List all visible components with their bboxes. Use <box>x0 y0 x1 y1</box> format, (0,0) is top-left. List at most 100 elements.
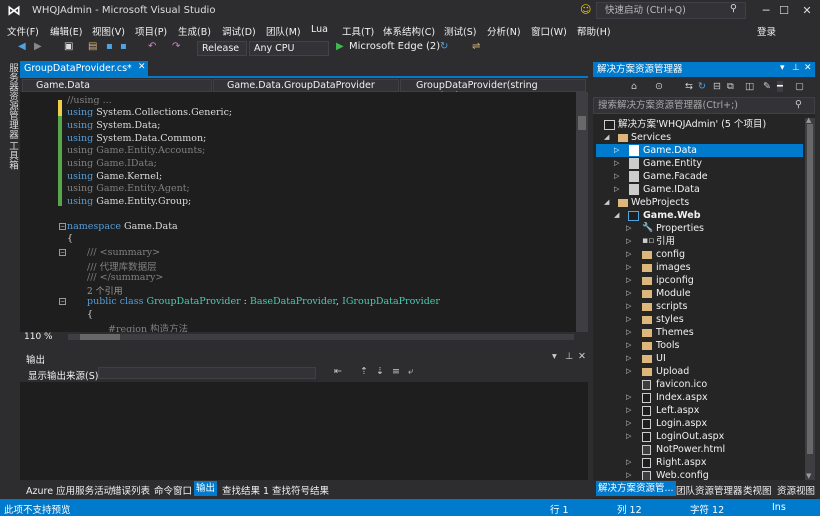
editor-horizontal-scrollbar[interactable] <box>68 334 574 340</box>
redo-icon[interactable]: ↷ <box>172 41 180 52</box>
expand-arrow-icon[interactable]: ▷ <box>626 300 631 313</box>
save-all-icon[interactable]: ▪ <box>120 41 127 52</box>
configuration-select[interactable]: Release <box>197 41 247 56</box>
collapse-all-icon[interactable]: ⊟ <box>713 81 721 92</box>
refresh-icon[interactable]: ↻ <box>698 81 706 92</box>
expand-arrow-icon[interactable]: ▷ <box>626 352 631 365</box>
tab-output[interactable]: 输出 <box>194 481 218 496</box>
find-message-icon[interactable]: ⇤ <box>334 366 342 377</box>
expand-arrow-icon[interactable]: ▷ <box>626 326 631 339</box>
expand-arrow-icon[interactable]: ▷ <box>626 274 631 287</box>
back-icon[interactable]: ◀ <box>18 41 26 52</box>
tab-command-window[interactable]: 命令窗口 <box>154 483 192 497</box>
expand-arrow-icon[interactable]: ▷ <box>626 235 631 248</box>
pending-changes-icon[interactable]: ⇆ <box>685 81 693 92</box>
expand-arrow-icon[interactable]: ▷ <box>614 144 619 157</box>
collapse-icon[interactable]: − <box>59 249 66 256</box>
preview-selected-icon[interactable]: ━ <box>777 81 783 92</box>
class-nav-select[interactable]: Game.Data.GroupDataProvider <box>213 79 399 92</box>
tab-find-symbol-results[interactable]: 查找符号结果 <box>272 483 329 497</box>
open-icon[interactable]: ▤ <box>88 41 97 52</box>
prev-message-icon[interactable]: ⇡ <box>360 366 368 377</box>
expand-arrow-icon[interactable]: ◢ <box>614 209 619 222</box>
expand-arrow-icon[interactable]: ▷ <box>614 170 619 183</box>
expand-arrow-icon[interactable]: ▷ <box>626 456 631 469</box>
feedback-smiley-icon[interactable]: ☺ <box>580 3 591 16</box>
pin-icon[interactable]: ⊥ <box>792 63 800 73</box>
save-icon[interactable]: ▪ <box>106 41 113 52</box>
tab-find-results[interactable]: 查找结果 1 <box>222 483 269 497</box>
tab-solution-explorer[interactable]: 解决方案资源管... <box>596 481 676 496</box>
menu-window[interactable]: 窗口(W) <box>531 24 567 38</box>
menu-team[interactable]: 团队(M) <box>266 24 301 38</box>
tab-error-list[interactable]: 错误列表 <box>112 483 150 497</box>
expand-arrow-icon[interactable]: ▷ <box>626 248 631 261</box>
menu-view[interactable]: 视图(V) <box>92 24 125 38</box>
menu-debug[interactable]: 调试(D) <box>222 24 256 38</box>
tab-azure-activity[interactable]: Azure 应用服务活动 <box>26 483 113 497</box>
expand-arrow-icon[interactable]: ▷ <box>614 157 619 170</box>
menu-project[interactable]: 项目(P) <box>135 24 167 38</box>
switch-views-icon[interactable]: ⊙ <box>655 81 663 92</box>
run-target-button[interactable]: Microsoft Edge (2) <box>349 41 440 52</box>
expand-arrow-icon[interactable]: ▷ <box>626 391 631 404</box>
expand-arrow-icon[interactable]: ▷ <box>626 339 631 352</box>
platform-select[interactable]: Any CPU <box>249 41 329 56</box>
menu-lua[interactable]: Lua <box>311 24 328 35</box>
expand-arrow-icon[interactable]: ▷ <box>626 287 631 300</box>
server-explorer-tab[interactable]: 服务器资源管理器 <box>5 63 19 139</box>
forward-icon[interactable]: ▶ <box>34 41 42 52</box>
solution-search-input[interactable]: 搜索解决方案资源管理器(Ctrl+;) <box>593 97 815 114</box>
show-all-files-icon[interactable]: ⧉ <box>727 81 734 92</box>
tab-team-explorer[interactable]: 团队资源管理器 <box>676 483 743 497</box>
scroll-thumb[interactable] <box>80 334 120 340</box>
scroll-thumb[interactable] <box>807 124 813 454</box>
new-project-icon[interactable]: ▣ <box>64 41 73 52</box>
menu-architecture[interactable]: 体系结构(C) <box>383 24 435 38</box>
expand-arrow-icon[interactable]: ▷ <box>626 365 631 378</box>
word-wrap-icon[interactable]: ⤶ <box>408 366 413 377</box>
close-panel-icon[interactable]: ✕ <box>578 351 586 362</box>
collapse-icon[interactable]: − <box>59 223 66 230</box>
document-tab[interactable]: GroupDataProvider.cs* <box>20 61 148 78</box>
menu-build[interactable]: 生成(B) <box>178 24 211 38</box>
preview-icon[interactable]: ◫ <box>745 81 754 92</box>
expand-arrow-icon[interactable]: ▷ <box>614 183 619 196</box>
search-icon[interactable]: ⚲ <box>795 99 802 110</box>
menu-edit[interactable]: 编辑(E) <box>50 24 82 38</box>
scroll-thumb[interactable] <box>578 116 586 130</box>
scroll-down-icon[interactable]: ▼ <box>806 472 811 480</box>
tree-project-game-data[interactable]: ▷ Game.Data <box>596 144 803 157</box>
expand-arrow-icon[interactable]: ▷ <box>626 313 631 326</box>
refresh-icon[interactable]: ↻ <box>440 41 448 52</box>
next-message-icon[interactable]: ⇣ <box>376 366 384 377</box>
menu-file[interactable]: 文件(F) <box>7 24 39 38</box>
scroll-up-icon[interactable]: ▲ <box>806 116 811 124</box>
tab-class-view[interactable]: 类视图 <box>743 483 772 497</box>
zoom-level[interactable]: 110 % <box>24 332 53 342</box>
menu-help[interactable]: 帮助(H) <box>577 24 611 38</box>
expand-arrow-icon[interactable]: ▷ <box>626 430 631 443</box>
member-nav-select[interactable]: GroupDataProvider(string connString) <box>400 79 586 102</box>
close-button[interactable]: ✕ <box>793 0 820 22</box>
start-debug-icon[interactable]: ▶ <box>336 41 344 52</box>
expand-arrow-icon[interactable]: ▷ <box>626 404 631 417</box>
dropdown-icon[interactable]: ▾ <box>780 63 785 73</box>
view-code-icon[interactable]: ▢ <box>795 81 804 92</box>
expand-arrow-icon[interactable]: ◢ <box>604 196 609 209</box>
collapse-icon[interactable]: − <box>59 298 66 305</box>
close-tab-icon[interactable]: ✕ <box>138 62 146 72</box>
properties-icon[interactable]: ✎ <box>763 81 771 92</box>
browser-link-icon[interactable]: ⇌ <box>472 41 480 52</box>
clear-all-icon[interactable]: ≡ <box>392 366 400 377</box>
menu-analyze[interactable]: 分析(N) <box>487 24 521 38</box>
close-panel-icon[interactable]: ✕ <box>804 63 812 73</box>
project-nav-select[interactable]: Game.Data <box>22 79 212 92</box>
pin-icon[interactable]: ⊥ <box>565 351 573 362</box>
dropdown-icon[interactable]: ▾ <box>552 351 557 362</box>
tab-resource-view[interactable]: 资源视图 <box>777 483 815 497</box>
home-icon[interactable]: ⌂ <box>631 81 637 92</box>
undo-icon[interactable]: ↶ <box>148 41 156 52</box>
expand-arrow-icon[interactable]: ▷ <box>626 417 631 430</box>
search-icon[interactable]: ⚲ <box>730 3 737 14</box>
